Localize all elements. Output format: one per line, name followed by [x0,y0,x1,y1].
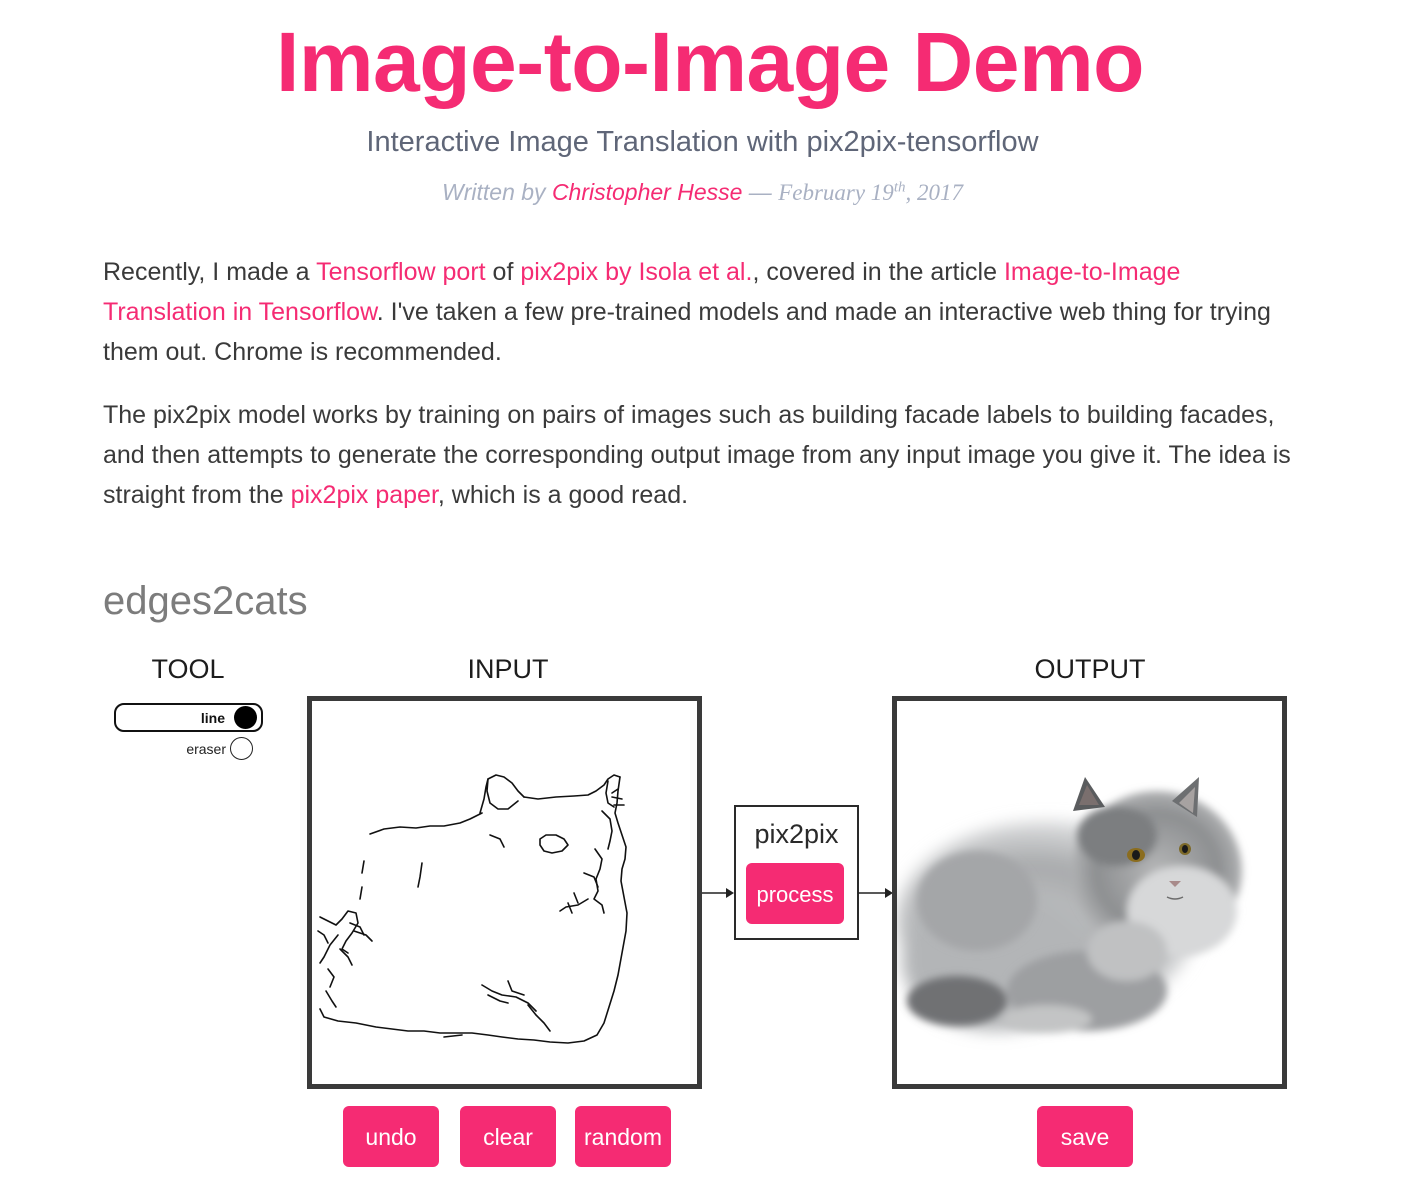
pix2pix-paper-link[interactable]: pix2pix paper [291,481,438,509]
publish-date: February 19th, 2017 [778,180,963,205]
byline: Written by Christopher Hesse — February … [0,176,1405,209]
intro-paragraph-1: Recently, I made a Tensorflow port of pi… [103,252,1303,372]
arrow-to-model-icon [702,888,734,898]
line-tool-option[interactable]: line [114,703,263,732]
process-button[interactable]: process [746,863,844,924]
clear-button[interactable]: clear [460,1106,556,1167]
date-year: , 2017 [905,180,963,205]
pix2pix-model-box: pix2pix process [734,805,859,940]
tensorflow-port-link[interactable]: Tensorflow port [316,258,486,286]
eraser-radio-icon[interactable] [230,737,253,760]
byline-separator: — [748,179,772,205]
random-button[interactable]: random [575,1106,671,1167]
radio-selected-icon [234,706,257,729]
date-main: February 19 [778,180,894,205]
arrow-to-output-icon [858,888,893,898]
line-tool-label: line [200,710,225,726]
page-title: Image-to-Image Demo [276,15,1145,109]
eraser-tool-label[interactable]: eraser [150,741,226,757]
p2-text-2: , which is a good read. [437,481,689,509]
undo-button[interactable]: undo [343,1106,439,1167]
p2-text-1: The pix2pix model works by training on p… [103,401,1291,509]
model-label: pix2pix [754,819,839,849]
page-subtitle: Interactive Image Translation with pix2p… [366,126,1039,158]
demo-heading: edges2cats [103,579,308,623]
input-column-label: INPUT [467,654,549,684]
pix2pix-isola-link[interactable]: pix2pix by Isola et al. [520,258,752,286]
date-suffix: th [893,179,906,196]
intro-paragraph-2: The pix2pix model works by training on p… [103,395,1303,515]
p1-text-1: Recently, I made a [103,258,317,286]
input-drawing-canvas[interactable] [307,696,702,1089]
byline-prefix: Written by [442,179,546,205]
author-link[interactable]: Christopher Hesse [552,179,742,205]
save-button[interactable]: save [1037,1106,1133,1167]
output-column-label: OUTPUT [1034,654,1146,684]
cat-edges-sketch [317,774,628,1044]
p1-text-2: of [485,258,521,286]
p1-text-3: , covered in the article [752,258,1004,286]
tool-column-label: TOOL [151,654,225,684]
output-image-canvas [892,696,1287,1089]
generated-cat-image [897,777,1242,1033]
